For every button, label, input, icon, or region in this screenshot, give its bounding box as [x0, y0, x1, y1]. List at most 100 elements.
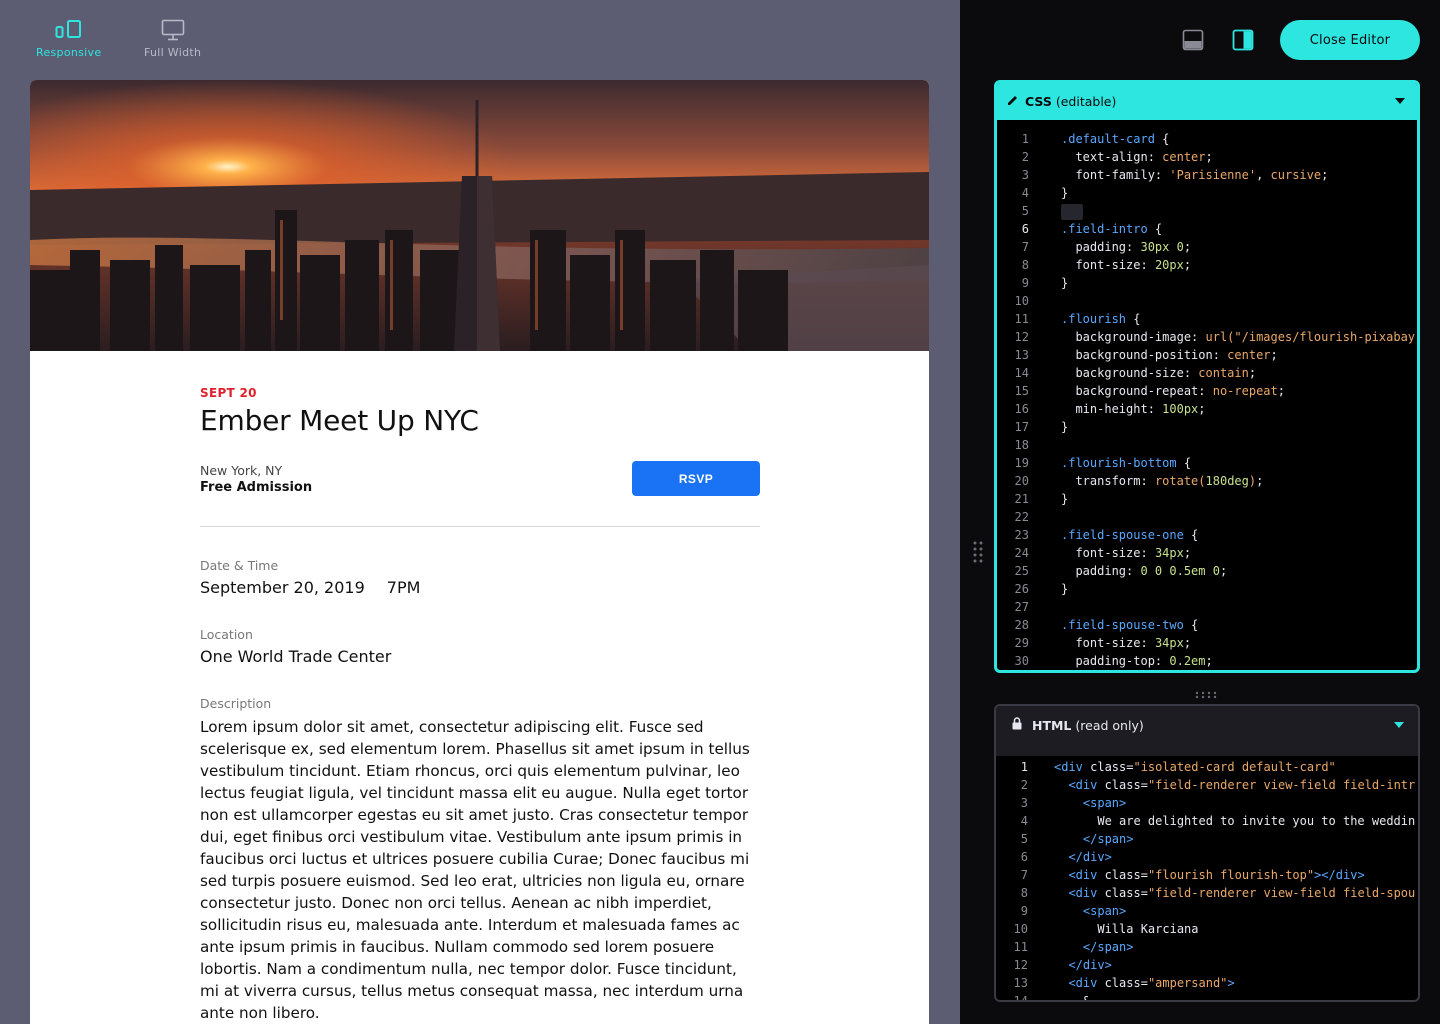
code-token: ; — [1219, 564, 1228, 578]
code-token: background-image — [1061, 330, 1192, 344]
panel-bottom-icon[interactable] — [1182, 29, 1204, 51]
line-number: 10 — [1014, 294, 1029, 308]
code-token: padding — [1061, 564, 1127, 578]
code-token: padding — [1061, 240, 1127, 254]
code-token: <span> — [1054, 796, 1127, 810]
code-token: </span> — [1054, 940, 1134, 954]
code-token: = — [1140, 976, 1148, 990]
css-editor-pane: CSS (editable) 1 .default-card {2 text-al… — [994, 80, 1420, 673]
line-number: 7 — [1020, 868, 1028, 882]
code-token: url( — [1205, 330, 1235, 344]
code-line: background-position: center; — [1061, 346, 1277, 364]
code-line: .flourish-bottom { — [1061, 454, 1191, 472]
css-code-editor[interactable]: 1 .default-card {2 text-align: center; 3 f… — [997, 130, 1420, 670]
code-line: } — [1061, 274, 1068, 292]
chevron-down-icon[interactable] — [1395, 98, 1405, 104]
code-token: } — [1061, 276, 1069, 290]
html-code-viewer[interactable]: 1 <div class="isolated-card default-card"… — [996, 758, 1418, 1002]
code-token: </div> — [1054, 850, 1112, 864]
code-token: , — [1256, 168, 1271, 182]
line-number: 6 — [1021, 222, 1029, 236]
line-number: 14 — [1013, 994, 1028, 1002]
code-line: </span> — [1054, 830, 1134, 848]
code-token: .field-spouse-two — [1061, 618, 1184, 632]
line-number: 22 — [1014, 510, 1029, 524]
full-width-label: Full Width — [144, 46, 202, 59]
code-token: <div — [1054, 868, 1105, 882]
line-number: 9 — [1021, 276, 1029, 290]
code-token: { — [1147, 222, 1163, 236]
code-token: </span> — [1054, 832, 1134, 846]
line-number: 9 — [1020, 904, 1028, 918]
code-token: ; — [1256, 474, 1264, 488]
monitor-icon — [161, 18, 185, 42]
code-token: ; — [1248, 366, 1257, 380]
code-line: .field-spouse-two { — [1061, 616, 1198, 634]
code-line: .flourish { — [1061, 310, 1140, 328]
chevron-down-icon[interactable] — [1394, 722, 1404, 728]
code-token: : — [1147, 402, 1163, 416]
code-token: "isolated-card default-card" — [1133, 760, 1336, 774]
code-token: : — [1126, 240, 1141, 254]
code-token: { — [1183, 618, 1199, 632]
line-number: 5 — [1021, 204, 1029, 218]
html-pane-title: HTML — [1032, 717, 1072, 733]
html-pane-header[interactable]: HTML (read only) — [996, 706, 1418, 744]
code-token: We are delighted to invite you to the we… — [1054, 814, 1416, 828]
code-line: & — [1054, 992, 1090, 1000]
panel-right-icon[interactable] — [1232, 29, 1254, 51]
code-token: rotate( — [1154, 474, 1206, 488]
location-label: Location — [200, 627, 253, 642]
code-token: </div> — [1054, 958, 1112, 972]
line-number: 27 — [1014, 600, 1029, 614]
code-token: : — [1147, 150, 1163, 164]
line-number: 21 — [1014, 492, 1029, 506]
code-line: </span> — [1054, 938, 1134, 956]
full-width-view-toggle[interactable]: Full Width — [144, 18, 201, 59]
code-line: font-size: 34px; — [1061, 544, 1191, 562]
line-number: 13 — [1014, 348, 1029, 362]
code-token: no-repeat — [1212, 384, 1278, 398]
code-token: class — [1090, 760, 1127, 774]
responsive-view-toggle[interactable]: Responsive — [36, 18, 101, 59]
code-token: : — [1212, 348, 1228, 362]
event-card: SEPT 20 Ember Meet Up NYC New York, NY F… — [30, 80, 929, 1024]
code-line: font-size: 20px; — [1061, 256, 1191, 274]
code-token: .flourish — [1061, 312, 1127, 326]
code-line: <div class="ampersand"> — [1054, 974, 1234, 992]
devices-icon — [55, 18, 83, 42]
code-token: font-size — [1061, 258, 1141, 272]
code-token: 34px — [1154, 546, 1184, 560]
css-pane-header[interactable]: CSS (editable) — [997, 83, 1417, 120]
code-token: = — [1140, 778, 1148, 792]
code-line: <span> — [1054, 794, 1126, 812]
event-date-value: September 20, 2019 — [200, 578, 365, 597]
line-number: 20 — [1014, 474, 1029, 488]
resize-handle-vertical[interactable] — [972, 540, 984, 564]
code-token: text-align — [1061, 150, 1148, 164]
code-line: background-image: url("/images/flourish-… — [1061, 328, 1420, 346]
code-token: "field-renderer view-field field-spou — [1147, 886, 1416, 900]
line-number: 8 — [1020, 886, 1028, 900]
line-number: 4 — [1021, 186, 1029, 200]
code-line: <div class="isolated-card default-card" — [1054, 758, 1336, 776]
code-token: : — [1140, 258, 1155, 272]
code-token: background-position — [1061, 348, 1213, 362]
line-number: 4 — [1020, 814, 1028, 828]
code-token: ; — [1183, 258, 1192, 272]
code-token: 30px 0 — [1140, 240, 1184, 254]
line-number: 25 — [1014, 564, 1029, 578]
date-time-label: Date & Time — [200, 558, 279, 573]
code-token: = — [1140, 886, 1148, 900]
code-token: background-size — [1061, 366, 1184, 380]
close-editor-button[interactable]: Close Editor — [1280, 20, 1420, 60]
code-token: .default-card — [1061, 132, 1155, 146]
resize-handle-horizontal[interactable] — [1194, 684, 1220, 699]
html-pane-subtitle: (read only) — [1075, 717, 1144, 733]
code-token: } — [1061, 492, 1069, 506]
rsvp-button[interactable]: RSVP — [632, 461, 760, 496]
line-number: 8 — [1021, 258, 1029, 272]
code-token: center — [1227, 348, 1271, 362]
code-token: "/images/flourish-pixabay- — [1234, 330, 1420, 344]
code-token: 'Parisienne' — [1169, 168, 1257, 182]
